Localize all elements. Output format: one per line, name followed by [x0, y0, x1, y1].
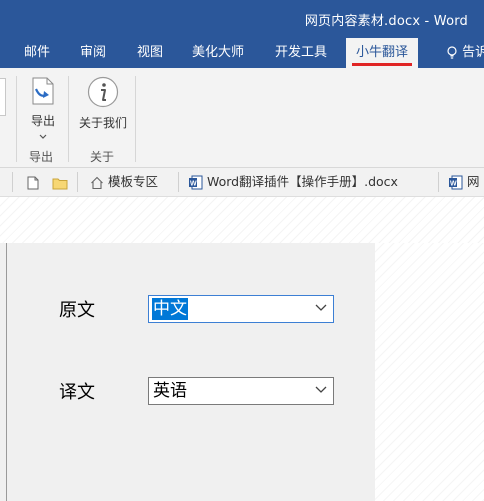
source-language-select[interactable]: 中文 [148, 295, 334, 323]
doc-bar-separator [12, 172, 13, 192]
about-us-button-label: 关于我们 [78, 116, 127, 130]
export-icon [32, 77, 54, 105]
target-language-select[interactable]: 英语 [148, 377, 334, 405]
ribbon-group-separator [135, 76, 136, 162]
tell-me-label: 告诉 [462, 45, 484, 60]
translation-settings-panel: 原文 中文 译文 英语 [0, 243, 375, 501]
panel-border [6, 243, 7, 501]
info-icon [87, 76, 119, 108]
ribbon-tab-bar: 邮件 审阅 视图 美化大师 开发工具 小牛翻译 告诉 [0, 38, 484, 68]
tab-view[interactable]: 视图 [137, 38, 163, 68]
document-tab-manual-label: Word翻译插件【操作手册】.docx [206, 174, 398, 189]
export-group-label: 导出 [29, 150, 54, 164]
window-title: 网页内容素材.docx - Word [304, 14, 468, 29]
tab-developer[interactable]: 开发工具 [275, 38, 327, 68]
export-button[interactable]: 导出 [26, 76, 60, 143]
template-zone-tab[interactable]: 模板专区 [90, 168, 158, 196]
document-tab-web-label: 网 [466, 174, 480, 189]
tab-mailings[interactable]: 邮件 [24, 38, 50, 68]
doc-bar-separator [77, 172, 78, 192]
tab-niutrans-label: 小牛翻译 [356, 45, 409, 60]
ribbon-group-separator [16, 76, 17, 162]
word-doc-icon: W [189, 175, 203, 190]
about-us-button[interactable]: 关于我们 [76, 76, 130, 131]
new-document-icon [27, 176, 39, 189]
lightbulb-icon [447, 45, 457, 59]
open-folder-button[interactable] [52, 168, 68, 196]
chevron-down-icon [39, 134, 47, 139]
home-icon [91, 176, 103, 189]
svg-text:W: W [190, 181, 197, 188]
target-language-value: 英语 [153, 381, 187, 401]
doc-bar-separator [438, 172, 439, 192]
export-button-label: 导出 [30, 114, 55, 128]
tab-review[interactable]: 审阅 [80, 38, 106, 68]
target-language-label: 译文 [59, 382, 95, 403]
source-language-label: 原文 [59, 300, 95, 321]
tab-niutrans[interactable]: 小牛翻译 [346, 38, 419, 68]
document-background-right [375, 243, 484, 501]
doc-bar-separator [178, 172, 179, 192]
ribbon-left-partial-button[interactable] [0, 78, 6, 116]
chevron-down-icon [315, 304, 327, 311]
document-tab-bar: 模板专区 W Word翻译插件【操作手册】.docx W 网 [0, 168, 484, 197]
source-language-value: 中文 [152, 298, 188, 320]
svg-text:W: W [450, 181, 457, 188]
about-group-label: 关于 [90, 150, 115, 164]
tell-me-box[interactable]: 告诉 [446, 38, 484, 68]
ribbon-group-separator [68, 76, 69, 162]
tab-beautify-master[interactable]: 美化大师 [192, 38, 244, 68]
ribbon-panel: 导出 导出 关于我们 关于 [0, 68, 484, 168]
new-document-button[interactable] [27, 168, 39, 196]
title-bar: 网页内容素材.docx - Word [0, 0, 484, 38]
template-zone-label: 模板专区 [107, 174, 158, 189]
document-tab-manual[interactable]: W Word翻译插件【操作手册】.docx [188, 168, 398, 196]
document-tab-web[interactable]: W 网 [448, 168, 480, 196]
word-doc-icon: W [449, 175, 463, 190]
active-tab-underline [352, 63, 413, 66]
document-background [0, 197, 484, 243]
chevron-down-icon [315, 386, 327, 393]
folder-icon [52, 178, 68, 189]
